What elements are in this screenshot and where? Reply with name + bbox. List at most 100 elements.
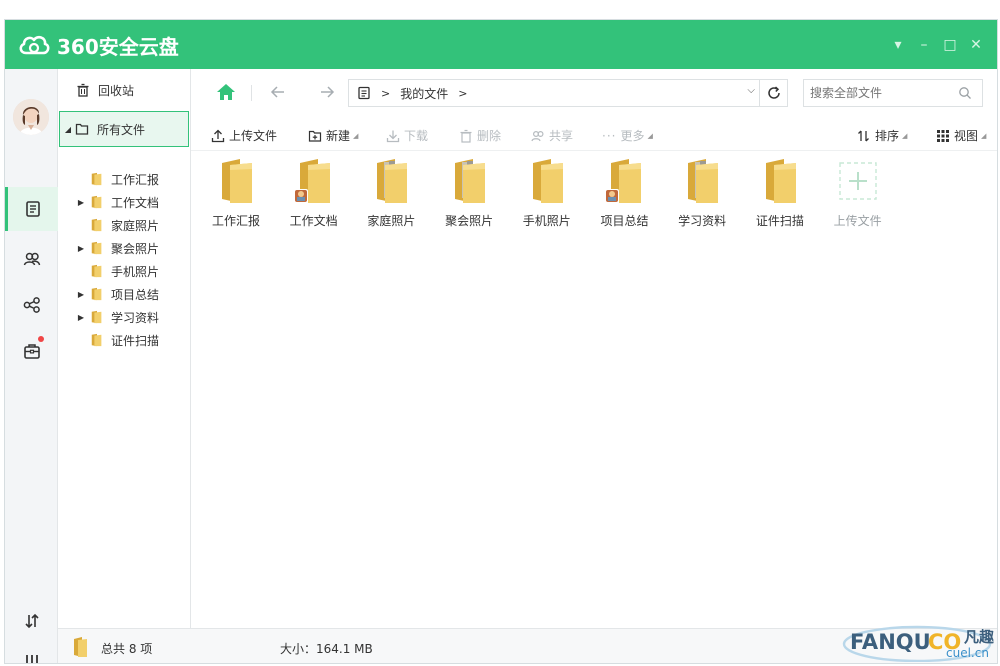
folder-outline-icon [75,123,89,135]
tree-item[interactable]: ▶ 学习资料 [76,307,159,327]
nav-contacts[interactable] [5,237,58,281]
new-label: 新建 [326,129,351,143]
breadcrumb-current[interactable]: 我的文件 [400,85,448,102]
search-icon[interactable] [958,86,972,100]
back-button[interactable] [269,83,287,104]
trash-icon [77,83,89,97]
nav-share[interactable] [5,283,58,327]
expand-arrow-icon[interactable]: ▶ [76,198,86,207]
folder-icon [222,159,252,203]
tree-item[interactable]: ▶ 项目总结 [76,284,159,304]
folder-item[interactable]: 工作汇报 [201,157,271,229]
status-size: 大小：164.1 MB [280,642,373,656]
expand-arrow-icon[interactable]: ▶ [76,290,86,299]
folder-name: 聚会照片 [445,214,494,228]
avatar[interactable] [13,99,49,135]
folder-status-icon [74,637,87,657]
new-button[interactable]: 新建 ◢ [308,127,358,144]
tree-recycle-bin[interactable]: 回收站 [76,80,134,100]
folder-name: 工作文档 [289,214,338,228]
folder-icon [688,159,719,203]
sort-button[interactable]: 排序 ◢ [857,127,907,144]
folder-icon [532,159,563,203]
new-caret-icon: ◢ [353,131,359,140]
status-total: 总共 8 项 [101,642,153,656]
tree-item[interactable]: ▶ 聚会照片 [76,238,159,258]
folder-name: 证件扫描 [755,214,804,228]
maximize-icon[interactable]: □ [937,34,963,56]
folder-icon [91,172,102,186]
share-label: 共享 [549,129,574,143]
folder-item[interactable]: 手机照片 [512,157,582,229]
tree-item[interactable]: 家庭照片 [76,215,159,235]
folder-item[interactable]: 证件扫描 [745,157,815,229]
tree-root-label: 所有文件 [97,122,146,137]
close-icon[interactable]: ✕ [963,34,989,56]
notification-dot [38,336,44,342]
folder-item[interactable]: 项目总结 [590,157,660,229]
breadcrumb-separator-trailing: > [458,86,468,100]
more-dots-icon: ··· [602,128,617,143]
tree-item-label: 证件扫描 [111,333,160,348]
expand-arrow-icon[interactable]: ▶ [76,244,86,253]
tree-recycle-label: 回收站 [98,83,135,98]
home-button[interactable] [216,83,236,104]
upload-icon [211,129,225,142]
users-icon [531,130,544,141]
tree-root-all-files[interactable]: ◢ 所有文件 [59,111,189,147]
more-label: 更多 [620,129,645,143]
collapse-arrow-icon[interactable]: ◢ [63,125,73,134]
folder-name: 家庭照片 [367,214,416,228]
nav-transfer[interactable] [5,599,58,643]
folder-item[interactable]: 家庭照片 [356,157,426,229]
share-button[interactable]: 共享 [531,127,573,144]
path-breadcrumb[interactable]: > 我的文件 > ⌵ [348,79,788,107]
search-input[interactable] [810,86,950,100]
delete-button[interactable]: 删除 [459,127,501,144]
divider [251,85,252,101]
sort-label: 排序 [875,129,900,143]
folder-item[interactable]: 学习资料 [667,157,737,229]
view-button[interactable]: 视图 ◢ [936,127,986,144]
main-area: > 我的文件 > ⌵ 搜索全部文件 上传文件 新建 ◢ 下载 删除 共享 ···… [191,69,997,628]
sort-caret-icon: ◢ [902,131,908,140]
folder-icon [765,159,796,203]
folder-item[interactable]: 聚会照片 [434,157,504,229]
tree-item-label: 项目总结 [111,287,160,302]
folder-icon [91,310,102,324]
more-caret-icon: ◢ [647,131,653,140]
download-icon [386,130,400,142]
nav-toolbox[interactable] [5,329,58,373]
folder-name: 项目总结 [600,214,649,228]
view-label: 视图 [954,129,979,143]
download-button[interactable]: 下载 [386,127,428,144]
menu-dropdown-icon[interactable]: ▾ [885,34,911,56]
tree-item[interactable]: 证件扫描 [76,330,159,350]
title-bar[interactable]: 360安全云盘 ▾ – □ ✕ [5,20,997,69]
upload-button[interactable]: 上传文件 [211,127,277,144]
folder-name: 手机照片 [522,214,571,228]
tree-item[interactable]: 工作汇报 [76,169,159,189]
refresh-button[interactable] [759,80,787,106]
arrow-left-icon [270,86,284,98]
upload-tile[interactable]: 上传文件 [823,157,893,229]
more-button[interactable]: ··· 更多 ◢ [602,127,653,144]
tree-item-label: 学习资料 [111,310,160,325]
tree-item-label: 家庭照片 [111,218,160,233]
minimize-icon[interactable]: – [911,34,937,56]
forward-button[interactable] [318,83,336,104]
path-dropdown-icon[interactable]: ⌵ [747,85,755,96]
tree-item[interactable]: ▶ 工作文档 [76,192,159,212]
trash-icon [460,129,472,143]
tree-item-label: 工作汇报 [111,172,160,187]
menu-bars-icon [25,655,38,663]
folder-item[interactable]: 工作文档 [279,157,349,229]
nav-menu[interactable] [5,642,58,663]
nav-files[interactable] [5,187,58,231]
address-bar: > 我的文件 > ⌵ [191,69,997,115]
expand-arrow-icon[interactable]: ▶ [76,313,86,322]
tree-item[interactable]: 手机照片 [76,261,159,281]
refresh-icon [767,86,780,99]
new-folder-icon [308,130,322,142]
upload-label: 上传文件 [229,129,278,143]
